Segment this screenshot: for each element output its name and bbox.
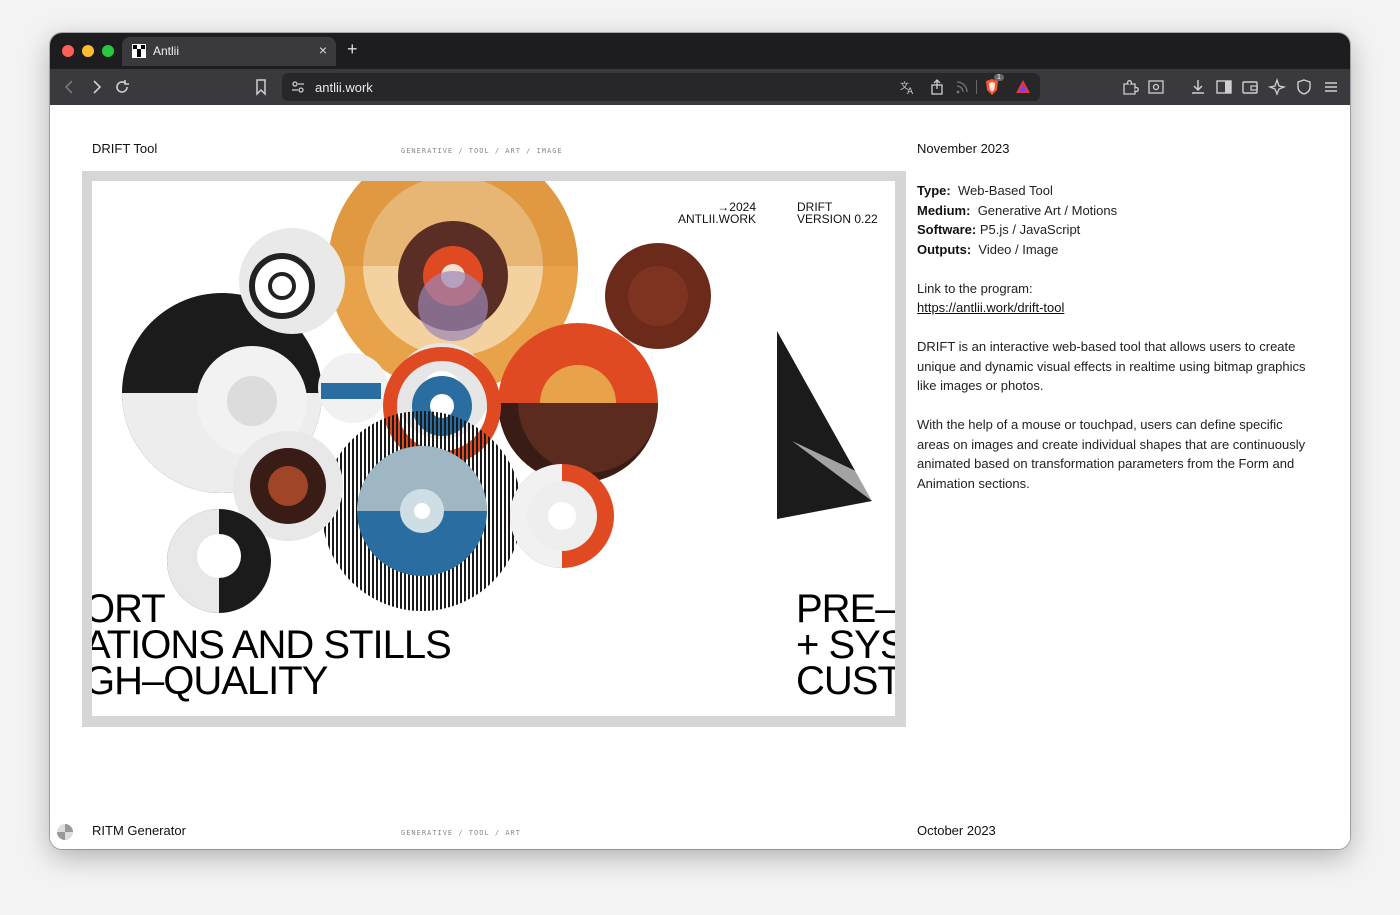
meta-software: Software: P5.js / JavaScript	[917, 222, 1081, 237]
artwork-right-line-2: + SYS	[796, 623, 895, 667]
next-project-date: October 2023	[917, 823, 996, 838]
meta-outputs: Outputs: Video / Image	[917, 241, 1059, 257]
meta-type: Type: Web-Based Tool	[917, 183, 1053, 198]
project-date: November 2023	[917, 141, 1010, 156]
project-tags: GENERATIVE / TOOL / ART / IMAGE	[401, 147, 563, 155]
rss-icon[interactable]	[952, 77, 972, 97]
share-icon[interactable]	[927, 77, 947, 97]
artwork-version: VERSION 0.22	[797, 212, 878, 226]
site-logo-icon[interactable]	[56, 823, 74, 841]
reader-mode-icon[interactable]	[1146, 77, 1166, 97]
description-paragraph-1: DRIFT is an interactive web-based tool t…	[917, 339, 1306, 393]
reload-icon[interactable]	[112, 77, 132, 97]
artwork-right-line-3: CUST	[796, 659, 895, 703]
svg-text:A: A	[907, 87, 914, 97]
link-intro: Link to the program:	[917, 280, 1033, 296]
artwork-left-line-2: ATIONS AND STILLS	[92, 623, 452, 667]
close-window-button[interactable]	[62, 45, 74, 57]
tab-bar: Antlii × +	[50, 33, 1350, 69]
forward-icon[interactable]	[86, 77, 106, 97]
artwork-left-line-1: ORT	[92, 587, 166, 631]
menu-icon[interactable]	[1321, 77, 1341, 97]
tab-antlii[interactable]: Antlii ×	[122, 37, 336, 66]
sidebar-toggle-icon[interactable]	[1214, 77, 1234, 97]
maximize-window-button[interactable]	[102, 45, 114, 57]
extensions-icon[interactable]	[1120, 77, 1140, 97]
page-content: DRIFT Tool GENERATIVE / TOOL / ART / IMA…	[50, 105, 1350, 849]
project-meta: Type: Web-Based Tool Medium: Generative …	[917, 181, 1317, 493]
project-title[interactable]: DRIFT Tool	[92, 141, 157, 156]
description-paragraph-2: With the help of a mouse or touchpad, us…	[917, 417, 1306, 491]
site-settings-icon[interactable]	[288, 77, 308, 97]
next-project-tags: GENERATIVE / TOOL / ART	[401, 829, 521, 837]
artwork-site: ANTLII.WORK	[678, 212, 757, 226]
vpn-shield-icon[interactable]	[1294, 77, 1314, 97]
new-tab-button[interactable]: +	[347, 39, 358, 60]
shields-count-badge: 1	[994, 74, 1004, 81]
browser-window: Antlii × + antlii.work 文A 1 DRIFT Tool G…	[50, 33, 1350, 849]
bookmark-icon[interactable]	[251, 77, 271, 97]
browser-toolbar: antlii.work 文A 1	[50, 69, 1350, 105]
artwork-left-line-3: GH–QUALITY	[92, 659, 328, 703]
downloads-icon[interactable]	[1188, 77, 1208, 97]
translate-icon[interactable]: 文A	[897, 77, 917, 97]
brave-shields-icon[interactable]: 1	[982, 74, 1004, 97]
program-link[interactable]: https://antlii.work/drift-tool	[917, 298, 1317, 318]
back-icon[interactable]	[60, 77, 80, 97]
leo-ai-icon[interactable]	[1267, 77, 1287, 97]
url-text[interactable]: antlii.work	[315, 80, 373, 95]
minimize-window-button[interactable]	[82, 45, 94, 57]
wallet-icon[interactable]	[1240, 77, 1260, 97]
meta-medium: Medium: Generative Art / Motions	[917, 202, 1118, 218]
next-project-title[interactable]: RITM Generator	[92, 823, 186, 838]
antlii-favicon-icon	[132, 44, 146, 58]
tab-close-icon[interactable]: ×	[319, 42, 327, 58]
address-bar[interactable]: antlii.work 文A 1	[282, 73, 1040, 101]
tab-title: Antlii	[153, 44, 180, 58]
project-image-frame[interactable]: →2024 ANTLII.WORK DRIFT VERSION 0.22 ORT…	[82, 171, 906, 727]
artwork-right-line-1: PRE–	[796, 587, 895, 631]
brave-rewards-icon[interactable]	[1013, 77, 1033, 97]
toolbar-divider	[976, 80, 977, 94]
drift-artwork: →2024 ANTLII.WORK DRIFT VERSION 0.22 ORT…	[92, 181, 895, 716]
